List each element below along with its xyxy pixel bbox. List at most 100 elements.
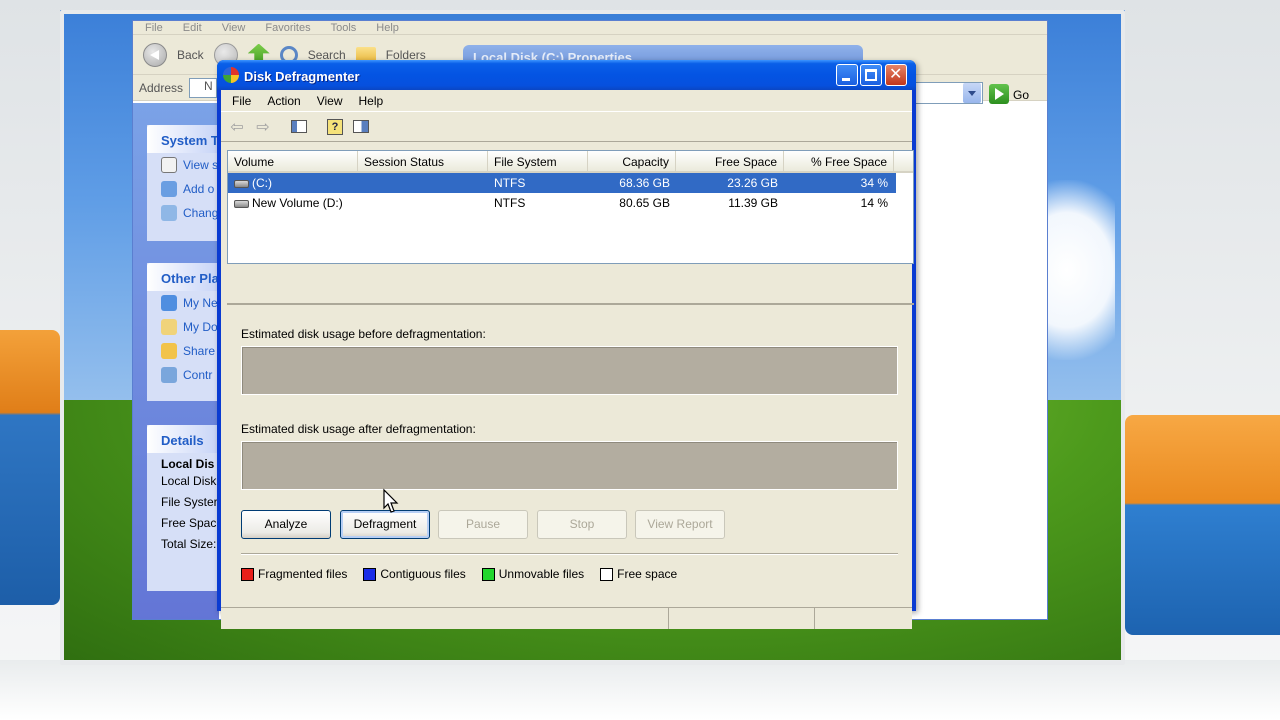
view-report-button[interactable]: View Report bbox=[635, 510, 725, 539]
before-usage-label: Estimated disk usage before defragmentat… bbox=[241, 327, 486, 341]
volume-name-cell: New Volume (D:) bbox=[228, 196, 358, 210]
percent-free-cell: 34 % bbox=[860, 176, 888, 190]
folder-icon bbox=[161, 343, 177, 359]
legend-label: Free space bbox=[617, 567, 678, 581]
settings-icon bbox=[161, 205, 177, 221]
details-heading[interactable]: Details bbox=[147, 425, 219, 453]
show-hide-action-pane-button[interactable] bbox=[349, 116, 373, 138]
capacity-cell: 80.65 GB bbox=[619, 196, 670, 210]
floor bbox=[0, 660, 1280, 720]
back-arrow-icon[interactable] bbox=[143, 42, 167, 67]
explorer-menu-file[interactable]: File bbox=[145, 22, 163, 34]
explorer-menu-view[interactable]: View bbox=[222, 22, 246, 34]
file-system-cell: NTFS bbox=[494, 196, 526, 210]
toolbar-separator bbox=[277, 116, 285, 138]
place-shared[interactable]: Share bbox=[147, 339, 219, 363]
legend-fragmented: Fragmented files bbox=[241, 567, 347, 581]
explorer-menu-favorites[interactable]: Favorites bbox=[265, 22, 310, 34]
task-label: Chang bbox=[183, 206, 219, 220]
status-pane bbox=[221, 608, 669, 629]
volume-name-cell: (C:) bbox=[228, 176, 358, 190]
before-usage-display bbox=[241, 346, 898, 395]
chevron-down-icon[interactable] bbox=[963, 83, 981, 103]
explorer-menu-edit[interactable]: Edit bbox=[183, 22, 202, 34]
status-bar bbox=[221, 607, 912, 629]
address-value: N bbox=[204, 78, 213, 93]
window-title: Disk Defragmenter bbox=[244, 69, 360, 84]
legend-divider bbox=[241, 553, 898, 555]
details-type: Local Disk bbox=[161, 474, 217, 488]
volume-name: New Volume (D:) bbox=[252, 196, 343, 210]
task-view-system-info[interactable]: View s bbox=[147, 153, 219, 177]
minimize-button[interactable] bbox=[836, 64, 858, 86]
control-panel-icon bbox=[161, 367, 177, 383]
pause-button[interactable]: Pause bbox=[438, 510, 528, 539]
column-free-space[interactable]: Free Space bbox=[676, 151, 784, 171]
menu-help[interactable]: Help bbox=[351, 94, 392, 108]
place-my-documents[interactable]: My Do bbox=[147, 315, 219, 339]
back-button[interactable]: ⇦ bbox=[225, 116, 249, 138]
window-client-area: File Action View Help ⇦ ⇨ ? Volume Sessi… bbox=[221, 90, 914, 629]
back-button-label[interactable]: Back bbox=[177, 48, 204, 62]
action-pane-icon bbox=[353, 120, 369, 133]
details-free-space: Free Spac bbox=[161, 516, 217, 530]
column-volume[interactable]: Volume bbox=[228, 151, 358, 171]
legend-label: Fragmented files bbox=[258, 567, 348, 581]
explorer-task-pane: System T View s Add o Chang Other Pla My… bbox=[133, 103, 219, 619]
stop-button[interactable]: Stop bbox=[537, 510, 627, 539]
place-control-panel[interactable]: Contr bbox=[147, 363, 219, 387]
explorer-menubar: File Edit View Favorites Tools Help bbox=[133, 21, 1047, 35]
free-space-cell: 11.39 GB bbox=[728, 196, 778, 210]
volume-row[interactable]: (C:) NTFS 68.36 GB 23.26 GB 34 % bbox=[228, 173, 896, 193]
close-icon: ✕ bbox=[889, 66, 903, 83]
column-capacity[interactable]: Capacity bbox=[588, 151, 676, 171]
status-pane bbox=[669, 608, 815, 629]
explorer-menu-tools[interactable]: Tools bbox=[331, 22, 357, 34]
menu-file[interactable]: File bbox=[224, 94, 259, 108]
toolbar: ⇦ ⇨ ? bbox=[221, 112, 912, 142]
network-icon bbox=[161, 295, 177, 311]
column-percent-free[interactable]: % Free Space bbox=[784, 151, 894, 171]
percent-free-cell: 14 % bbox=[860, 196, 888, 210]
help-button[interactable]: ? bbox=[323, 116, 347, 138]
details-file-system: File Syster bbox=[161, 495, 218, 509]
task-label: Add o bbox=[183, 182, 215, 196]
column-session-status[interactable]: Session Status bbox=[358, 151, 488, 171]
address-input[interactable]: N bbox=[189, 77, 218, 98]
task-change-setting[interactable]: Chang bbox=[147, 201, 219, 225]
go-button-label[interactable]: Go bbox=[1013, 88, 1029, 102]
menu-action[interactable]: Action bbox=[259, 94, 308, 108]
info-icon bbox=[161, 157, 177, 173]
place-my-network[interactable]: My Ne bbox=[147, 291, 219, 315]
task-add-remove[interactable]: Add o bbox=[147, 177, 219, 201]
column-file-system[interactable]: File System bbox=[488, 151, 588, 171]
maximize-icon bbox=[865, 69, 877, 81]
analyze-button[interactable]: Analyze bbox=[241, 510, 331, 539]
volume-name: (C:) bbox=[252, 176, 272, 190]
hard-drive-icon bbox=[234, 199, 249, 208]
volume-list: Volume Session Status File System Capaci… bbox=[227, 150, 914, 264]
other-places-heading[interactable]: Other Pla bbox=[147, 263, 219, 291]
task-label: View s bbox=[183, 158, 219, 172]
legend-unmovable: Unmovable files bbox=[481, 567, 584, 581]
close-button[interactable]: ✕ bbox=[885, 64, 907, 86]
explorer-menu-help[interactable]: Help bbox=[376, 22, 399, 34]
after-usage-display bbox=[241, 441, 898, 490]
minimize-icon bbox=[842, 78, 850, 81]
details-panel: Details Local Dis Local Disk File Syster… bbox=[147, 425, 219, 591]
legend-free-space: Free space bbox=[600, 567, 677, 581]
hand-cursor-icon bbox=[383, 488, 399, 513]
forward-button[interactable]: ⇨ bbox=[251, 116, 275, 138]
console-tree-icon bbox=[291, 120, 307, 133]
menu-view[interactable]: View bbox=[309, 94, 351, 108]
legend-contiguous: Contiguous files bbox=[363, 567, 466, 581]
system-tasks-panel: System T View s Add o Chang bbox=[147, 125, 219, 241]
volume-row[interactable]: New Volume (D:) NTFS 80.65 GB 11.39 GB 1… bbox=[228, 193, 913, 213]
go-arrow-icon[interactable] bbox=[989, 84, 1009, 104]
volume-list-header: Volume Session Status File System Capaci… bbox=[228, 151, 913, 173]
show-hide-tree-button[interactable] bbox=[287, 116, 311, 138]
hard-drive-icon bbox=[234, 179, 249, 188]
system-tasks-heading[interactable]: System T bbox=[147, 125, 219, 153]
title-bar[interactable]: Disk Defragmenter ✕ bbox=[217, 60, 916, 90]
maximize-button[interactable] bbox=[860, 64, 882, 86]
